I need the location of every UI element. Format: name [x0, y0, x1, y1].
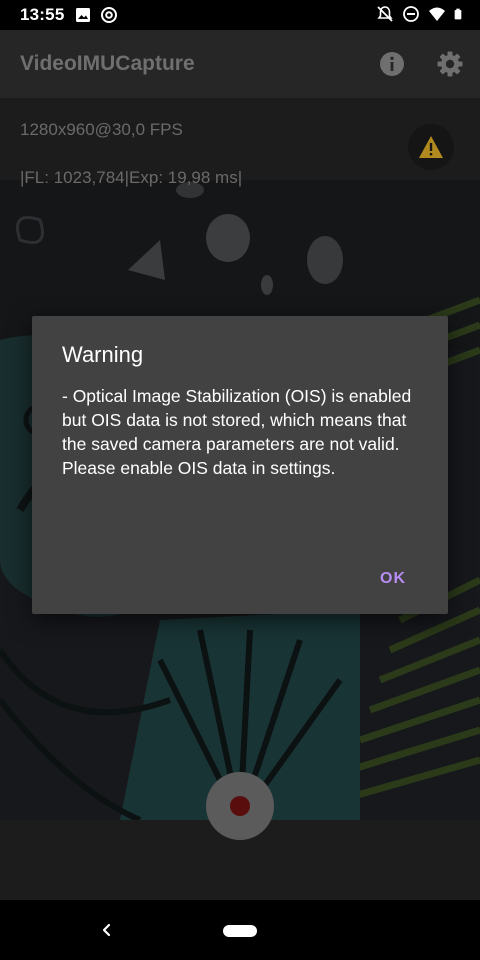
status-bar: 13:55	[0, 0, 480, 30]
info-icon[interactable]	[378, 50, 406, 78]
notifications-off-icon	[377, 6, 393, 22]
at-sign-icon	[101, 7, 118, 23]
dialog-message: - Optical Image Stabilization (OIS) is e…	[62, 386, 412, 478]
record-icon	[230, 796, 250, 816]
home-pill[interactable]	[223, 925, 257, 937]
record-button[interactable]	[206, 772, 274, 840]
resolution-text: 1280x960@30,0 FPS	[20, 120, 183, 139]
status-time: 13:55	[20, 5, 65, 24]
warning-button[interactable]	[408, 124, 454, 170]
battery-icon	[454, 8, 462, 20]
focal-exposure-text: |FL: 1023,784|Exp: 19,98 ms|	[20, 168, 243, 187]
app-title: VideoIMUCapture	[20, 52, 195, 75]
warning-dialog: Warning - Optical Image Stabilization (O…	[32, 316, 448, 614]
dialog-title: Warning	[62, 342, 144, 367]
settings-icon[interactable]	[436, 50, 464, 78]
app-bar: VideoIMUCapture	[0, 30, 480, 98]
image-icon	[76, 8, 91, 22]
wifi-icon	[429, 7, 445, 21]
warning-icon	[419, 136, 443, 158]
back-icon[interactable]	[96, 918, 118, 942]
ok-button[interactable]: OK	[380, 570, 406, 588]
do-not-disturb-icon	[403, 6, 419, 22]
